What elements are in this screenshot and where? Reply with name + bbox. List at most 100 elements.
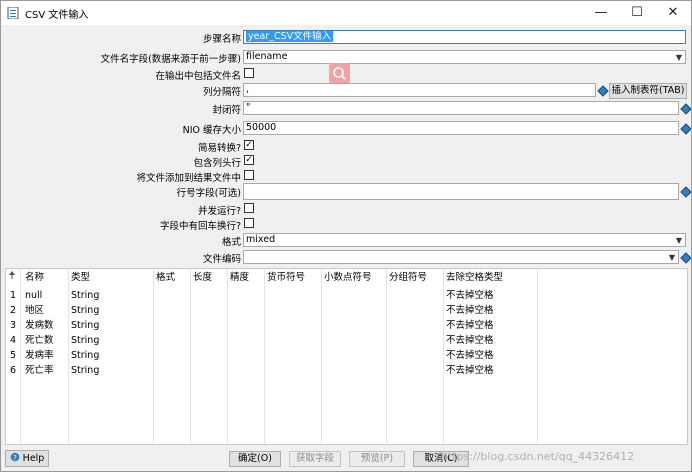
variable-diamond-icon[interactable]	[680, 186, 691, 198]
column-header-format[interactable]: 格式	[153, 269, 191, 287]
cell-trim-type[interactable]: 不去掉空格	[443, 363, 494, 378]
row-number: 5	[9, 350, 17, 361]
grid-divider	[20, 269, 21, 444]
step-name-label: 步骤名称	[202, 34, 241, 45]
format-label: 格式	[221, 237, 241, 248]
cell-name[interactable]: null	[22, 288, 42, 303]
chevron-down-icon: ▼	[675, 53, 682, 62]
column-header-precision[interactable]: 精度	[227, 269, 265, 287]
cell-type[interactable]: String	[68, 348, 99, 363]
watermark-text: https://blog.csdn.net/qq_44326412	[441, 450, 635, 463]
column-header-decimal[interactable]: 小数点符号	[321, 269, 387, 287]
cell-name[interactable]: 发病数	[22, 318, 54, 333]
grid-divider	[537, 269, 538, 444]
column-header-type[interactable]: 类型	[68, 269, 156, 287]
grid-divider	[386, 269, 387, 444]
filename-field-label: 文件名字段(数据来源于前一步骤)	[100, 54, 241, 65]
maximize-button[interactable]: ☐	[619, 1, 655, 25]
search-badge	[329, 63, 350, 84]
grid-divider	[190, 269, 191, 444]
column-header-length[interactable]: 长度	[190, 269, 228, 287]
fields-table[interactable]: 名称 类型 格式 长度 精度 货币符号 小数点符号 分组符号 去除空格类型 1 …	[5, 268, 688, 445]
row-sort-icon[interactable]	[6, 269, 20, 287]
column-header-grouping[interactable]: 分组符号	[386, 269, 444, 287]
enclosure-input[interactable]: "	[243, 101, 679, 115]
csv-input-dialog: CSV 文件输入 — ☐ ✕ 步骤名称 year_CSV文件输入 文件名字段(数…	[0, 0, 692, 472]
step-name-value: year_CSV文件输入	[246, 31, 334, 42]
search-icon	[333, 67, 346, 80]
variable-diamond-icon[interactable]	[680, 103, 691, 115]
row-number: 6	[9, 365, 17, 376]
get-fields-button[interactable]: 获取字段	[289, 451, 341, 467]
help-button[interactable]: ? Help	[5, 450, 49, 467]
cell-trim-type[interactable]: 不去掉空格	[443, 318, 494, 333]
newline-in-field-label: 字段中有回车换行?	[159, 221, 241, 232]
row-number-field-input[interactable]	[243, 183, 679, 200]
row-number: 1	[9, 290, 17, 301]
include-filename-checkbox[interactable]	[244, 68, 254, 78]
title-bar: CSV 文件输入 — ☐ ✕	[1, 1, 691, 25]
column-header-name[interactable]: 名称	[22, 269, 70, 287]
cell-name[interactable]: 死亡数	[22, 333, 54, 348]
add-to-result-checkbox[interactable]	[244, 170, 254, 180]
filename-field-select[interactable]: filename ▼	[243, 50, 686, 64]
chevron-down-icon: ▼	[675, 236, 682, 245]
table-header: 名称 类型 格式 长度 精度 货币符号 小数点符号 分组符号 去除空格类型	[6, 269, 687, 287]
grid-divider	[227, 269, 228, 444]
header-row-label: 包含列头行	[193, 158, 241, 169]
header-row-checkbox[interactable]: ✓	[244, 155, 254, 165]
variable-diamond-icon[interactable]	[597, 85, 609, 97]
svg-text:?: ?	[13, 454, 17, 462]
filename-field-value: filename	[246, 51, 288, 62]
preview-button[interactable]: 预览(P)	[349, 451, 405, 467]
lazy-conversion-checkbox[interactable]: ✓	[244, 140, 254, 150]
cell-trim-type[interactable]: 不去掉空格	[443, 288, 494, 303]
nio-buffer-label: NIO 缓存大小	[182, 125, 241, 136]
row-number: 4	[9, 335, 17, 346]
column-header-currency[interactable]: 货币符号	[264, 269, 322, 287]
cell-type[interactable]: String	[68, 318, 99, 333]
variable-diamond-icon[interactable]	[680, 123, 691, 135]
close-button[interactable]: ✕	[655, 1, 691, 25]
cell-trim-type[interactable]: 不去掉空格	[443, 333, 494, 348]
parallel-checkbox[interactable]	[244, 203, 254, 213]
chevron-down-icon: ▼	[668, 253, 675, 262]
row-number: 3	[9, 320, 17, 331]
newline-in-field-checkbox[interactable]	[244, 218, 254, 228]
step-name-input[interactable]: year_CSV文件输入	[243, 30, 686, 44]
help-label: Help	[22, 453, 45, 464]
cell-type[interactable]: String	[68, 288, 99, 303]
variable-diamond-icon[interactable]	[680, 252, 691, 264]
lazy-conversion-label: 简易转换?	[197, 143, 241, 154]
column-header-trim-type[interactable]: 去除空格类型	[443, 269, 537, 287]
include-filename-label: 在输出中包括文件名	[155, 71, 241, 82]
cell-type[interactable]: String	[68, 363, 99, 378]
window-title: CSV 文件输入	[25, 10, 89, 21]
insert-tab-button[interactable]: 插入制表符(TAB)	[609, 83, 687, 99]
cell-trim-type[interactable]: 不去掉空格	[443, 348, 494, 363]
grid-divider	[264, 269, 265, 444]
nio-buffer-input[interactable]: 50000	[243, 121, 679, 135]
enclosure-label: 封闭符	[212, 105, 241, 116]
grid-divider	[321, 269, 322, 444]
help-icon: ?	[10, 452, 19, 462]
csv-app-icon	[7, 7, 19, 19]
cell-type[interactable]: String	[68, 303, 99, 318]
cell-name[interactable]: 地区	[22, 303, 44, 318]
ok-button[interactable]: 确定(O)	[229, 451, 281, 467]
cell-type[interactable]: String	[68, 333, 99, 348]
add-to-result-label: 将文件添加到结果文件中	[136, 173, 241, 184]
row-number: 2	[9, 305, 17, 316]
cell-name[interactable]: 发病率	[22, 348, 54, 363]
cell-trim-type[interactable]: 不去掉空格	[443, 303, 494, 318]
cell-name[interactable]: 死亡率	[22, 363, 54, 378]
delimiter-label: 列分隔符	[202, 87, 241, 98]
grid-divider	[153, 269, 154, 444]
format-select[interactable]: mixed ▼	[243, 233, 686, 247]
delimiter-input[interactable]: ,	[243, 83, 596, 97]
minimize-button[interactable]: —	[583, 1, 619, 25]
format-value: mixed	[246, 234, 276, 245]
parallel-label: 并发运行?	[197, 206, 241, 217]
encoding-select[interactable]: ▼	[243, 250, 679, 264]
encoding-label: 文件编码	[202, 254, 241, 265]
